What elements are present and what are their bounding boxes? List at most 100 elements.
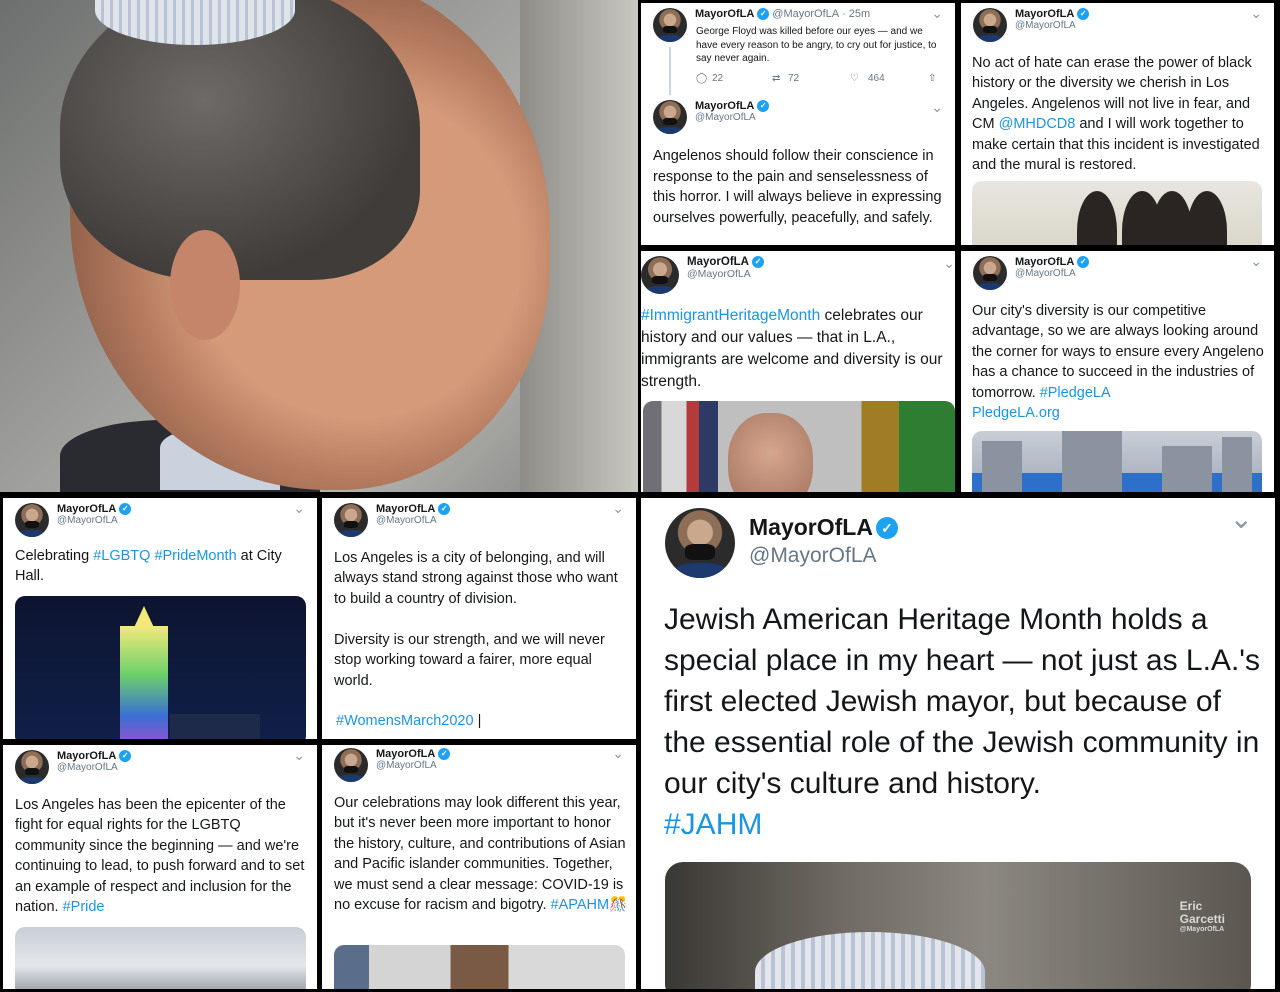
photo-watermark: Eric Garcetti @MayorOfLA	[1179, 899, 1225, 934]
hashtag-link[interactable]: #Pride	[63, 899, 105, 915]
avatar[interactable]	[653, 8, 687, 42]
tweet-apahm: MayorOfLA ✓ @MayorOfLA ⌄ Our celebration…	[322, 745, 636, 989]
display-name[interactable]: MayorOfLA	[695, 8, 754, 20]
hashtag-link[interactable]: #JAHM	[664, 808, 762, 841]
tweet-text: Our celebrations may look different this…	[334, 795, 628, 914]
like-count: 464	[868, 73, 885, 84]
handle[interactable]: @MayorOfLA	[695, 112, 769, 123]
display-name[interactable]: MayorOfLA	[57, 750, 116, 762]
avatar[interactable]	[334, 748, 368, 782]
reply-icon[interactable]: ◯	[696, 73, 712, 84]
tweet-text: Celebrating #LGBTQ #PrideMonth at City H…	[15, 548, 282, 585]
hashtag-link[interactable]: #PledgeLA	[1040, 385, 1111, 401]
tweet-text: Los Angeles is a city of belonging, and …	[334, 550, 618, 607]
chevron-down-icon[interactable]: ⌄	[1250, 253, 1262, 270]
tweet-hashtags: #WomensMarch2020 |	[336, 713, 482, 729]
avatar[interactable]	[334, 503, 368, 537]
url-link[interactable]: PledgeLA.org	[972, 405, 1060, 421]
retweet-count: 72	[788, 73, 800, 84]
hashtag-link[interactable]: #WomensMarch2020	[336, 713, 474, 729]
retweet-icon[interactable]: ⇄	[772, 73, 788, 84]
display-name[interactable]: MayorOfLA	[1015, 8, 1074, 20]
hashtag-link[interactable]: #APAHM	[551, 897, 610, 913]
verified-badge-icon: ✓	[438, 748, 451, 760]
chevron-down-icon[interactable]: ⌄	[293, 747, 305, 764]
avatar[interactable]	[973, 8, 1007, 42]
handle[interactable]: @MayorOfLA	[1015, 20, 1089, 31]
handle[interactable]: @MayorOfLA	[57, 515, 131, 526]
display-name[interactable]: MayorOfLA	[749, 514, 873, 541]
avatar[interactable]	[15, 750, 49, 784]
handle[interactable]: @MayorOfLA	[687, 268, 764, 280]
display-name[interactable]: MayorOfLA	[1015, 256, 1074, 268]
display-name[interactable]: MayorOfLA	[695, 100, 754, 112]
hashtag-link[interactable]: #PrideMonth	[154, 548, 236, 564]
display-name[interactable]: MayorOfLA	[376, 748, 435, 760]
like-icon[interactable]: ♡	[850, 73, 868, 84]
celebration-emoji: 🎊	[609, 897, 628, 914]
chevron-down-icon[interactable]: ⌄	[1250, 5, 1262, 22]
chevron-down-icon[interactable]: ⌄	[612, 745, 624, 762]
display-name[interactable]: MayorOfLA	[57, 503, 116, 515]
verified-badge-icon: ✓	[438, 503, 451, 515]
avatar[interactable]	[15, 503, 49, 537]
tweet-thread-floyd: MayorOfLA ✓ @MayorOfLA · 25m ⌄ George Fl…	[641, 3, 955, 245]
thread-line	[669, 47, 671, 95]
avatar[interactable]	[653, 100, 687, 134]
chevron-down-icon[interactable]: ⌄	[931, 99, 943, 116]
chevron-down-icon[interactable]: ⌄	[612, 500, 624, 517]
verified-badge-icon: ✓	[757, 100, 770, 112]
handle[interactable]: @MayorOfLA	[749, 544, 898, 568]
chevron-down-icon[interactable]: ⌄	[293, 500, 305, 517]
avatar[interactable]	[665, 508, 735, 578]
hashtag-link[interactable]: #ImmigrantHeritageMonth	[641, 307, 820, 324]
event-photo[interactable]	[334, 945, 625, 989]
chevron-down-icon[interactable]: ⌄	[1230, 502, 1253, 535]
tweet-mural: MayorOfLA ✓ @MayorOfLA ⌄ No act of hate …	[961, 3, 1274, 245]
city-photo[interactable]	[972, 431, 1262, 492]
tweet-text: Los Angeles has been the epicenter of th…	[15, 797, 305, 916]
city-hall-photo[interactable]	[15, 596, 306, 739]
tweet-text: Our city's diversity is our competitive …	[972, 303, 1264, 422]
verified-badge-icon: ✓	[1077, 8, 1090, 20]
reply-count: 22	[712, 73, 724, 84]
tweet-pride-city-hall: MayorOfLA ✓ @MayorOfLA ⌄ Celebrating #LG…	[3, 498, 317, 739]
tweet-text: #ImmigrantHeritageMonth celebrates our h…	[641, 307, 943, 390]
verified-badge-icon: ✓	[1077, 256, 1090, 268]
verified-badge-icon: ✓	[119, 750, 132, 762]
display-name[interactable]: MayorOfLA	[687, 256, 749, 268]
tweet-text: Jewish American Heritage Month holds a s…	[664, 603, 1261, 842]
video-thumbnail[interactable]	[643, 401, 955, 492]
tweet-immigrant-heritage: MayorOfLA ✓ @MayorOfLA ⌄ #ImmigrantHerit…	[641, 251, 955, 492]
avatar[interactable]	[641, 256, 679, 294]
chevron-down-icon[interactable]: ⌄	[943, 255, 955, 272]
mural-image[interactable]	[972, 181, 1262, 245]
tweet-jahm: MayorOfLA ✓ @MayorOfLA ⌄ Jewish American…	[641, 498, 1275, 989]
handle[interactable]: @MayorOfLA	[772, 8, 839, 20]
handle[interactable]: @MayorOfLA	[376, 760, 450, 771]
verified-badge-icon: ✓	[119, 503, 132, 515]
mayor-photo[interactable]: Eric Garcetti @MayorOfLA	[665, 862, 1251, 989]
share-icon[interactable]: ⇧	[928, 73, 936, 84]
handle[interactable]: @MayorOfLA	[1015, 268, 1089, 279]
hashtag-link[interactable]: #LGBTQ	[93, 548, 150, 564]
verified-badge-icon: ✓	[875, 516, 898, 539]
tweet-lgbtq-epicenter: MayorOfLA ✓ @MayorOfLA ⌄ Los Angeles has…	[3, 745, 317, 989]
chevron-down-icon[interactable]: ⌄	[931, 5, 943, 22]
tweet-text: George Floyd was killed before our eyes …	[696, 26, 937, 64]
verified-badge-icon: ✓	[757, 8, 770, 20]
tweet-text-2: Diversity is our strength, and we will n…	[334, 632, 605, 689]
event-photo[interactable]	[15, 927, 306, 989]
verified-badge-icon: ✓	[751, 256, 764, 268]
timestamp[interactable]: · 25m	[842, 8, 870, 20]
tweet-womens-march: MayorOfLA ✓ @MayorOfLA ⌄ Los Angeles is …	[322, 498, 636, 739]
tweet-text: No act of hate can erase the power of bl…	[972, 55, 1260, 174]
display-name[interactable]: MayorOfLA	[376, 503, 435, 515]
handle[interactable]: @MayorOfLA	[376, 515, 450, 526]
tweet-pledgela: MayorOfLA ✓ @MayorOfLA ⌄ Our city's dive…	[961, 251, 1274, 492]
mayor-portrait-photo	[0, 0, 638, 492]
avatar[interactable]	[973, 256, 1007, 290]
handle[interactable]: @MayorOfLA	[57, 762, 131, 773]
tweet-text: Angelenos should follow their conscience…	[653, 148, 942, 226]
mention-link[interactable]: @MHDCD8	[999, 116, 1076, 132]
